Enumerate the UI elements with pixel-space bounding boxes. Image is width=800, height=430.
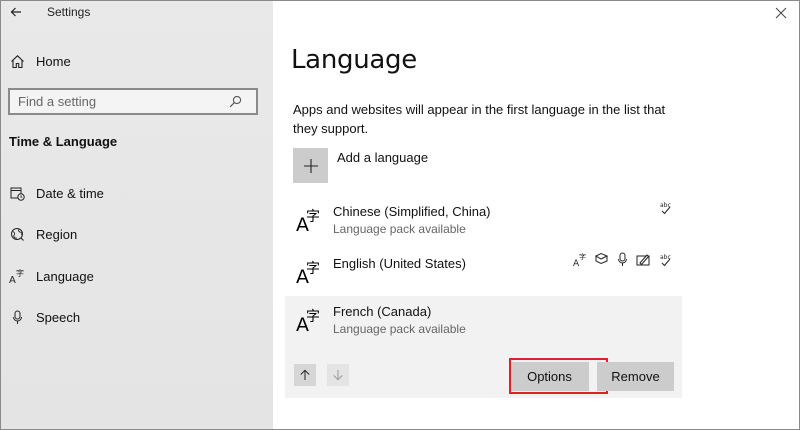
spelling-icon: abc <box>657 252 672 267</box>
language-name: English (United States) <box>333 256 466 271</box>
sidebar-item-label: Speech <box>36 310 81 325</box>
sidebar: Settings Home Time & Language <box>0 0 273 430</box>
sidebar-item-home[interactable]: Home <box>0 48 273 74</box>
search-box[interactable] <box>8 88 258 115</box>
scroll-ghost-text <box>368 72 428 78</box>
sidebar-item-label: Region <box>36 227 78 242</box>
language-glyph-icon: A字 <box>296 261 320 288</box>
language-actions: Options Remove <box>285 346 682 398</box>
remove-button[interactable]: Remove <box>597 362 674 391</box>
sidebar-item-region[interactable]: Region <box>0 222 273 248</box>
section-title: Time & Language <box>9 134 118 149</box>
handwriting-icon <box>636 252 651 267</box>
spelling-icon: abc <box>657 200 672 215</box>
language-status: Language pack available <box>333 322 466 336</box>
search-icon[interactable] <box>225 92 245 112</box>
plus-icon <box>303 158 318 173</box>
sidebar-item-language[interactable]: A 字 Language <box>0 263 273 289</box>
app-title: Settings <box>47 5 91 19</box>
display-language-icon: A 字 <box>573 252 588 267</box>
language-name: Chinese (Simplified, China) <box>333 204 491 219</box>
language-features: A 字 abc <box>573 252 672 267</box>
language-description: Apps and websites will appear in the fir… <box>293 102 666 136</box>
svg-text:字: 字 <box>579 252 586 261</box>
close-icon <box>775 7 787 19</box>
language-status: Language pack available <box>333 222 466 236</box>
home-icon <box>9 53 25 69</box>
calendar-clock-icon <box>9 185 25 201</box>
close-button[interactable] <box>774 6 788 20</box>
microphone-icon <box>615 252 630 267</box>
language-features: abc <box>657 200 672 215</box>
speech-icon <box>594 252 609 267</box>
arrow-down-icon <box>333 370 343 381</box>
add-language-button[interactable]: Add a language <box>293 148 428 183</box>
search-input[interactable] <box>10 94 225 109</box>
svg-text:字: 字 <box>16 268 24 278</box>
language-icon: A 字 <box>9 268 25 284</box>
language-row-french[interactable]: A字 French (Canada) Language pack availab… <box>285 296 682 346</box>
language-glyph-icon: A字 <box>296 209 320 236</box>
move-up-button[interactable] <box>294 364 316 386</box>
sidebar-item-date-time[interactable]: Date & time <box>0 180 273 206</box>
page-title: Language <box>291 45 417 75</box>
sidebar-nav: Date & time Region A 字 Language Speech <box>0 180 273 346</box>
highlight-box <box>509 358 608 394</box>
sidebar-item-label: Language <box>36 268 94 284</box>
arrow-up-icon <box>300 369 310 380</box>
title-bar: Settings <box>0 0 273 26</box>
language-row-chinese[interactable]: A字 Chinese (Simplified, China) Language … <box>285 196 682 246</box>
add-language-label: Add a language <box>337 150 429 165</box>
language-glyph-icon: A字 <box>296 309 320 336</box>
svg-text:A: A <box>9 275 16 284</box>
microphone-icon <box>9 310 25 326</box>
back-button[interactable] <box>6 2 26 22</box>
sidebar-item-speech[interactable]: Speech <box>0 305 273 331</box>
language-name: French (Canada) <box>333 304 432 319</box>
sidebar-item-label: Date & time <box>36 185 104 201</box>
main-content: Language Apps and websites will appear i… <box>273 0 800 430</box>
language-row-english[interactable]: A字 English (United States) A 字 abc <box>285 248 682 298</box>
add-tile <box>293 148 328 183</box>
globe-icon <box>9 227 25 243</box>
back-arrow-icon <box>10 7 21 17</box>
move-down-button[interactable] <box>327 364 349 386</box>
sidebar-home-label: Home <box>36 53 71 69</box>
